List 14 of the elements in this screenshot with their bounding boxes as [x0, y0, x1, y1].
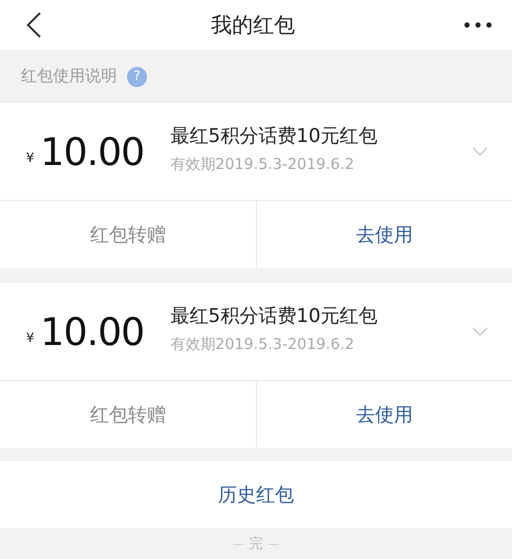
back-icon[interactable]: [26, 12, 42, 38]
validity-period: 有效期2019.5.3-2019.6.2: [170, 155, 356, 174]
currency-sign: ¥: [26, 331, 34, 346]
history-button[interactable]: 历史红包: [0, 461, 512, 528]
help-label[interactable]: 红包使用说明: [21, 66, 117, 87]
currency-sign: ¥: [26, 151, 34, 166]
coupon-amount: 10.00: [40, 130, 146, 174]
coupon-name: 最红5积分话费10元红包: [170, 304, 379, 329]
page-title: 我的红包: [211, 12, 295, 39]
coupon-amount: 10.00: [40, 310, 146, 354]
validity-period: 有效期2019.5.3-2019.6.2: [170, 335, 356, 354]
more-icon[interactable]: [464, 22, 492, 28]
help-icon[interactable]: ?: [127, 66, 147, 86]
coupon-name: 最红5积分话费10元红包: [170, 124, 379, 149]
